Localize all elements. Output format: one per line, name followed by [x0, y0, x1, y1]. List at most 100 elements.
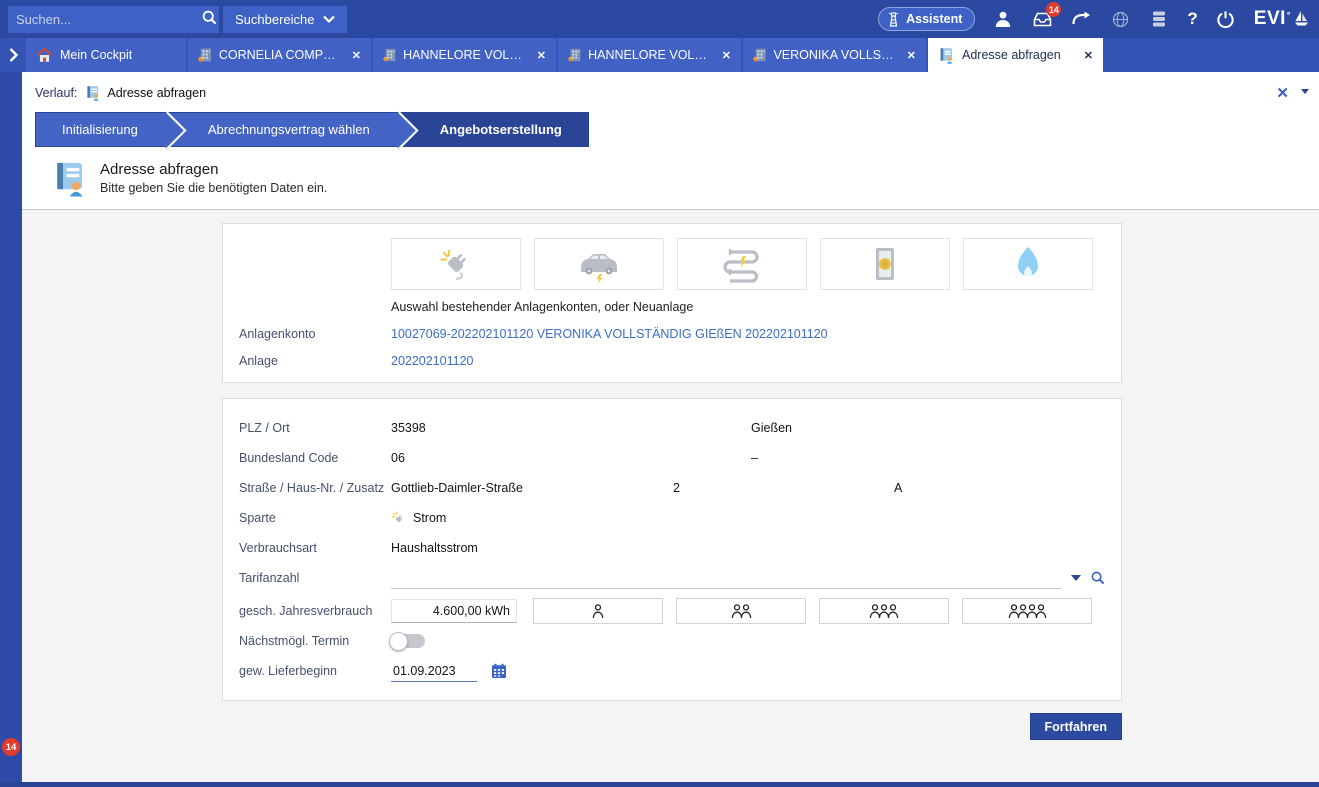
- person-icon: [1035, 604, 1047, 619]
- anlagen-panel: Auswahl bestehender Anlagenkonten, oder …: [222, 223, 1122, 383]
- building-icon: [753, 47, 766, 63]
- strasse-label: Straße / Haus-Nr. / Zusatz: [239, 481, 391, 495]
- household-size-4-button[interactable]: [962, 598, 1092, 624]
- strasse-value[interactable]: Gottlieb-Daimler-Straße: [391, 481, 673, 495]
- termin-row: Nächstmögl. Termin: [239, 626, 1105, 656]
- user-icon[interactable]: [992, 8, 1014, 30]
- jahresverbrauch-input[interactable]: [391, 599, 517, 623]
- lieferbeginn-row: gew. Lieferbeginn: [239, 656, 1105, 686]
- calendar-icon[interactable]: [491, 663, 507, 679]
- tarifanzahl-row: Tarifanzahl: [239, 563, 1105, 593]
- tab-label: Mein Cockpit: [60, 48, 132, 62]
- bundesland-code-value[interactable]: 06: [391, 451, 751, 465]
- category-emobility-button[interactable]: [534, 238, 664, 290]
- anlagenkonto-link[interactable]: 10027069-202202101120 VERONIKA VOLLSTÄND…: [391, 327, 828, 341]
- household-size-2-button[interactable]: [676, 598, 806, 624]
- anlage-link[interactable]: 202202101120: [391, 354, 474, 368]
- database-icon[interactable]: [1148, 8, 1170, 30]
- process-book-icon: [85, 85, 101, 101]
- chevron-down-icon: [323, 15, 335, 23]
- lieferbeginn-input[interactable]: [391, 660, 477, 682]
- plz-ort-row: PLZ / Ort 35398 Gießen: [239, 413, 1105, 443]
- tab-account-hannelore-1[interactable]: HANNELORE VOLLST... ✕: [373, 38, 556, 72]
- ort-value[interactable]: Gießen: [751, 421, 792, 435]
- bundesland-secondary-value[interactable]: –: [751, 451, 758, 465]
- hausnr-value[interactable]: 2: [673, 481, 894, 495]
- bundesland-row: Bundesland Code 06 –: [239, 443, 1105, 473]
- household-size-1-button[interactable]: [533, 598, 663, 624]
- plz-ort-label: PLZ / Ort: [239, 421, 391, 435]
- continue-button[interactable]: Fortfahren: [1030, 713, 1123, 740]
- category-heating-button[interactable]: [677, 238, 807, 290]
- power-icon[interactable]: [1215, 8, 1237, 30]
- tarifanzahl-search-icon[interactable]: [1091, 571, 1105, 585]
- household-size-buttons: [533, 598, 1092, 624]
- tab-close-icon[interactable]: ✕: [531, 49, 546, 62]
- search-scope-button[interactable]: Suchbereiche: [223, 6, 347, 33]
- close-process-icon[interactable]: ✕: [1276, 84, 1289, 102]
- tab-account-hannelore-2[interactable]: HANNELORE VOLLST... ✕: [558, 38, 741, 72]
- left-strip: 14: [0, 72, 22, 787]
- household-size-3-button[interactable]: [819, 598, 949, 624]
- chevron-down-icon[interactable]: [1301, 89, 1309, 94]
- gas-flame-icon: [1010, 244, 1046, 284]
- redo-icon[interactable]: [1070, 8, 1092, 30]
- category-gas-button[interactable]: [963, 238, 1093, 290]
- verlauf-item[interactable]: Adresse abfragen: [85, 85, 206, 101]
- wizard-step-initialisierung[interactable]: Initialisierung: [36, 113, 168, 146]
- assistant-label: Assistent: [906, 12, 962, 26]
- building-icon: [198, 47, 212, 63]
- globe-icon[interactable]: [1109, 8, 1131, 30]
- plz-value[interactable]: 35398: [391, 421, 751, 435]
- tab-label: Adresse abfragen: [962, 48, 1061, 62]
- app-window: Suchbereiche Assistent 14: [0, 0, 1319, 787]
- tab-close-icon[interactable]: ✕: [346, 49, 361, 62]
- top-bar: Suchbereiche Assistent 14: [0, 0, 1319, 38]
- anlagen-caption: Auswahl bestehender Anlagenkonten, oder …: [391, 300, 1105, 314]
- tab-collapse-chevron[interactable]: [0, 38, 26, 72]
- search-icon[interactable]: [200, 10, 219, 28]
- person-icon: [592, 604, 604, 619]
- brand-logo: EVI°: [1254, 8, 1309, 30]
- verlauf-label: Verlauf:: [35, 86, 77, 100]
- topbar-actions: Assistent 14 ? EVI°: [878, 7, 1309, 31]
- zusatz-value[interactable]: A: [894, 481, 902, 495]
- tarifanzahl-dropdown-icon[interactable]: [1071, 575, 1081, 581]
- termin-label: Nächstmögl. Termin: [239, 634, 391, 648]
- tab-close-icon[interactable]: ✕: [901, 49, 916, 62]
- wizard-step-abrechnungsvertrag[interactable]: Abrechnungsvertrag wählen: [168, 113, 400, 146]
- anlage-label: Anlage: [239, 354, 391, 368]
- search-input[interactable]: [8, 12, 200, 27]
- tab-close-icon[interactable]: ✕: [716, 49, 731, 62]
- tab-close-icon[interactable]: ✕: [1078, 49, 1093, 62]
- verlauf-row: Verlauf: Adresse abfragen: [35, 80, 1319, 106]
- notification-badge[interactable]: 14: [2, 738, 20, 756]
- brand-mark: °: [1287, 10, 1291, 20]
- anlagenkonto-label: Anlagenkonto: [239, 327, 391, 341]
- home-icon: [36, 47, 53, 63]
- heating-coil-icon: [717, 244, 767, 284]
- sparte-value[interactable]: Strom: [413, 511, 446, 525]
- tab-adresse-abfragen[interactable]: Adresse abfragen ✕: [928, 38, 1103, 72]
- category-electricity-button[interactable]: [391, 238, 521, 290]
- tarifanzahl-input[interactable]: [391, 567, 1061, 589]
- search-scope-label: Suchbereiche: [235, 12, 315, 27]
- tarifanzahl-label: Tarifanzahl: [239, 571, 391, 585]
- verbrauchsart-row: Verbrauchsart Haushaltsstrom: [239, 533, 1105, 563]
- tab-label: CORNELIA COMPLE...: [219, 48, 339, 62]
- wizard-step-angebotserstellung[interactable]: Angebotserstellung: [400, 113, 588, 146]
- tab-mein-cockpit[interactable]: Mein Cockpit: [26, 38, 186, 72]
- assistant-button[interactable]: Assistent: [878, 7, 975, 31]
- inbox-icon[interactable]: 14: [1031, 8, 1053, 30]
- bottom-bar: [0, 782, 1319, 787]
- help-button[interactable]: ?: [1187, 9, 1197, 29]
- verbrauchsart-value[interactable]: Haushaltsstrom: [391, 541, 478, 555]
- termin-toggle[interactable]: [391, 634, 425, 648]
- global-search[interactable]: [8, 6, 219, 33]
- tab-label: HANNELORE VOLLST...: [588, 48, 709, 62]
- tab-account-veronika[interactable]: VERONIKA VOLLSTÄ... ✕: [743, 38, 926, 72]
- tab-account-cornelia[interactable]: CORNELIA COMPLE... ✕: [188, 38, 371, 72]
- verlauf-item-label: Adresse abfragen: [107, 86, 206, 100]
- category-storage-heater-button[interactable]: [820, 238, 950, 290]
- process-book-icon: [938, 47, 955, 64]
